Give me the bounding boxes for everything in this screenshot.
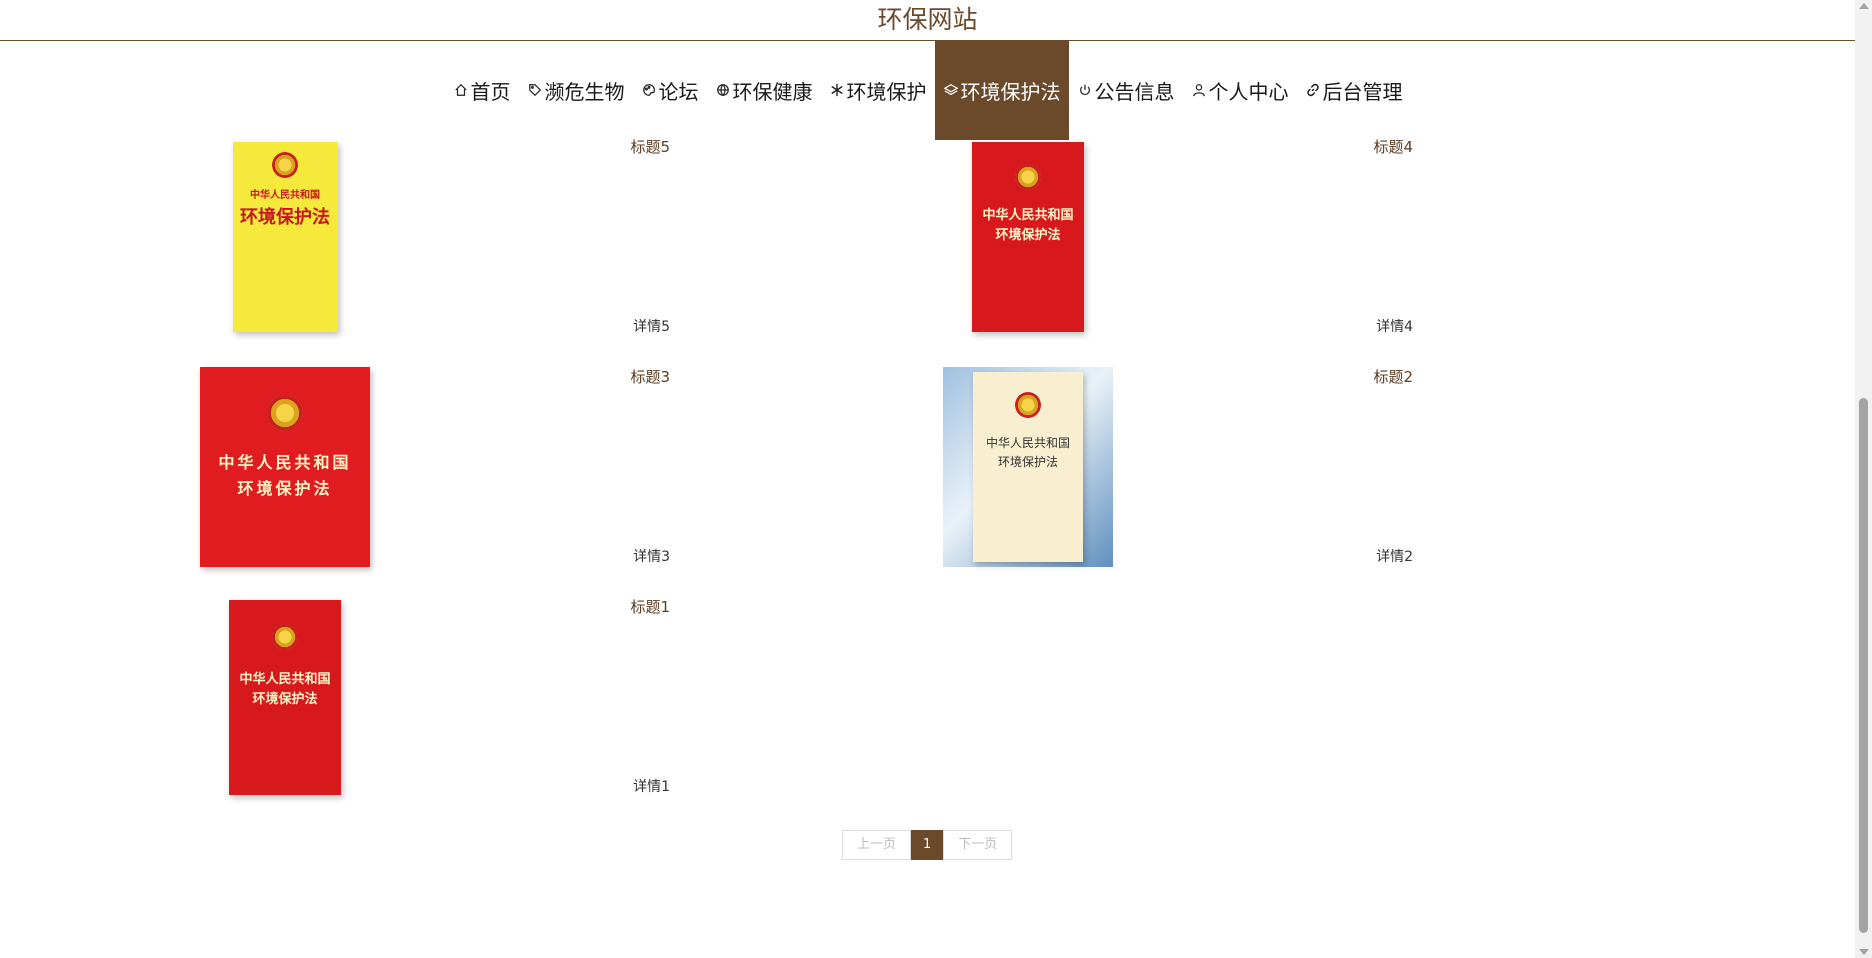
nav-health[interactable]: 环保健康 [707, 40, 821, 140]
prev-page-button[interactable]: 上一页 [842, 830, 912, 860]
page-number-button[interactable]: 1 [911, 830, 944, 860]
globe-icon [715, 82, 731, 98]
palette-icon [641, 82, 657, 98]
law-card[interactable]: 中华人民共和国 环境保护法 标题4 详情4 [943, 137, 1413, 337]
emblem-icon [272, 152, 298, 178]
emblem-icon [267, 395, 303, 431]
tag-icon [527, 82, 543, 98]
nav-label: 环境保护法 [960, 79, 1061, 104]
user-icon [1191, 82, 1207, 98]
nav-home[interactable]: 首页 [445, 40, 519, 140]
home-icon [453, 82, 469, 98]
law-card[interactable]: 中华人民共和国 环境保护法 标题2 详情2 [943, 367, 1413, 567]
nav-profile[interactable]: 个人中心 [1183, 40, 1297, 140]
nav-forum[interactable]: 论坛 [633, 40, 707, 140]
nav-environment[interactable]: 环境保护 [821, 40, 935, 140]
power-icon [1077, 82, 1093, 98]
nav-label: 环保健康 [732, 79, 813, 104]
book-cover[interactable]: 中华人民共和国 环境保护法 [943, 137, 1113, 337]
next-page-button[interactable]: 下一页 [943, 830, 1013, 860]
card-title[interactable]: 标题5 [630, 137, 670, 157]
card-detail[interactable]: 详情5 [633, 317, 670, 337]
law-card[interactable]: 中华人民共和国 环境保护法 标题5 详情5 [200, 137, 670, 337]
card-detail[interactable]: 详情2 [1376, 547, 1413, 567]
main-nav: 首页 濒危生物 论坛 环保健康 环境保护 环境保护法 公告信息 个人中心 后台管… [0, 40, 1855, 140]
card-detail[interactable]: 详情3 [633, 547, 670, 567]
scrollbar-thumb[interactable] [1859, 398, 1868, 933]
nav-admin[interactable]: 后台管理 [1297, 40, 1411, 140]
site-title: 环保网站 [0, 0, 1855, 41]
nav-label: 环境保护 [846, 79, 927, 104]
book-cover[interactable]: 中华人民共和国 环境保护法 [200, 597, 370, 797]
card-title[interactable]: 标题3 [630, 367, 670, 387]
nav-env-law[interactable]: 环境保护法 [934, 40, 1069, 140]
emblem-icon [1015, 164, 1041, 190]
card-detail[interactable]: 详情1 [633, 777, 670, 797]
vertical-scrollbar[interactable] [1855, 0, 1872, 958]
law-card[interactable]: 中华人民共和国 环境保护法 标题1 详情1 [200, 597, 670, 797]
nav-label: 濒危生物 [544, 79, 625, 104]
link-icon [1305, 82, 1321, 98]
layers-icon [943, 82, 959, 98]
book-cover[interactable]: 中华人民共和国 环境保护法 [200, 137, 370, 337]
nav-label: 个人中心 [1208, 79, 1289, 104]
nav-endangered[interactable]: 濒危生物 [519, 40, 633, 140]
scroll-down-icon[interactable] [1859, 949, 1869, 955]
book-cover[interactable]: 中华人民共和国 环境保护法 [200, 367, 370, 567]
nav-label: 后台管理 [1322, 79, 1403, 104]
nav-label: 论坛 [658, 79, 699, 104]
law-card[interactable]: 中华人民共和国 环境保护法 标题3 详情3 [200, 367, 670, 567]
scroll-up-icon[interactable] [1859, 3, 1869, 9]
pagination: 上一页 1 下一页 [842, 830, 1013, 860]
nav-label: 公告信息 [1094, 79, 1175, 104]
card-title[interactable]: 标题4 [1373, 137, 1413, 157]
card-title[interactable]: 标题2 [1373, 367, 1413, 387]
snowflake-icon [829, 82, 845, 98]
nav-label: 首页 [470, 79, 511, 104]
emblem-icon [1015, 392, 1041, 418]
card-title[interactable]: 标题1 [630, 597, 670, 617]
emblem-icon [272, 623, 298, 650]
nav-announcements[interactable]: 公告信息 [1069, 40, 1183, 140]
card-detail[interactable]: 详情4 [1376, 317, 1413, 337]
book-cover[interactable]: 中华人民共和国 环境保护法 [943, 367, 1113, 567]
